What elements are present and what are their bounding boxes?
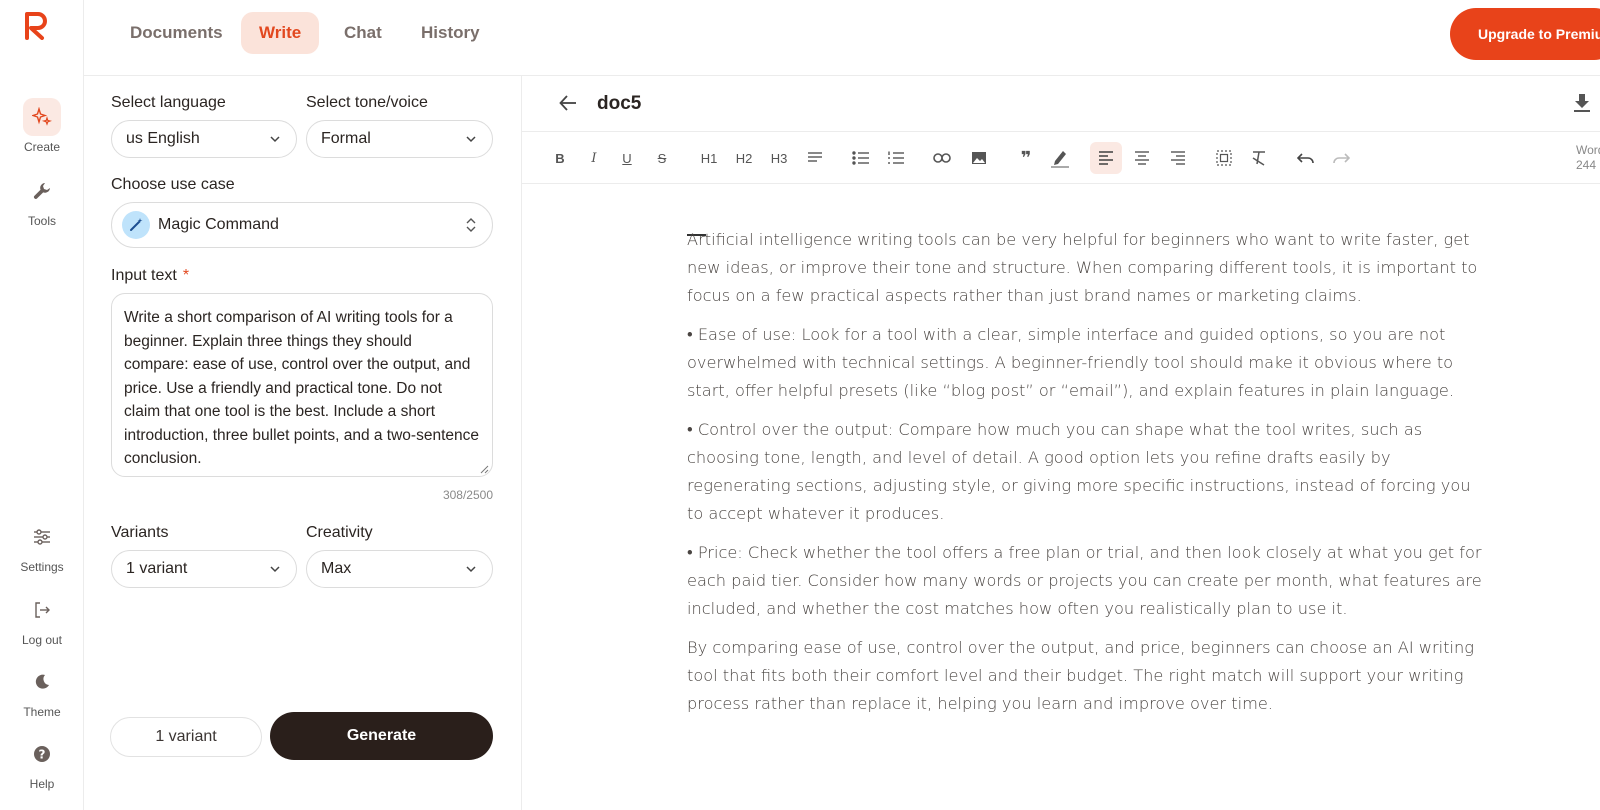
variants-value: 1 variant <box>126 560 188 577</box>
document-editor: doc5 B I U S H1 H2 H3 ❞ Wor 244 Artifici… <box>522 76 1600 810</box>
chevron-down-icon <box>270 566 280 573</box>
rail-logout-label: Log out <box>21 633 63 647</box>
link-icon[interactable] <box>931 146 953 170</box>
strikethrough-button[interactable]: S <box>651 146 673 170</box>
upgrade-button[interactable]: Upgrade to Premium <box>1450 8 1600 60</box>
rail-settings-label: Settings <box>20 560 64 574</box>
moon-icon <box>23 663 61 701</box>
rail-create-label: Create <box>23 140 61 154</box>
character-counter: 308/2500 <box>442 488 493 502</box>
generate-button[interactable]: Generate <box>270 712 493 760</box>
bullet-control: • Control over the output: Compare how m… <box>687 420 1471 523</box>
select-all-icon[interactable] <box>1213 146 1235 170</box>
heading3-button[interactable]: H3 <box>768 146 790 170</box>
svg-text:?: ? <box>39 748 46 762</box>
rail-logout[interactable]: Log out <box>0 591 84 647</box>
undo-icon[interactable] <box>1295 146 1317 170</box>
help-icon: ? <box>23 735 61 773</box>
rail-tools-label: Tools <box>27 214 56 228</box>
required-mark: * <box>182 267 190 284</box>
rail-tools[interactable]: Tools <box>0 172 84 228</box>
input-text-label-text: Input text <box>111 267 177 284</box>
variant-count-pill[interactable]: 1 variant <box>110 717 262 757</box>
intro-paragraph: Artificial intelligence writing tools ca… <box>687 230 1478 305</box>
creativity-label: Creativity <box>306 524 373 541</box>
usecase-label: Choose use case <box>111 176 235 193</box>
rail-theme-label: Theme <box>23 705 61 719</box>
tab-chat[interactable]: Chat <box>326 12 400 54</box>
input-textarea[interactable]: Write a short comparison of AI writing t… <box>111 293 493 477</box>
write-settings-panel: Select language Select tone/voice us Eng… <box>84 76 522 810</box>
rail-create[interactable]: Create <box>0 98 84 154</box>
conclusion-paragraph: By comparing ease of use, control over t… <box>687 638 1474 713</box>
quote-icon[interactable]: ❞ <box>1015 146 1037 170</box>
chevron-down-icon <box>270 136 280 143</box>
document-content[interactable]: Artificial intelligence writing tools ca… <box>687 226 1487 729</box>
chevron-down-icon <box>466 566 476 573</box>
italic-button[interactable]: I <box>583 146 605 170</box>
align-right-icon[interactable] <box>1167 146 1189 170</box>
variants-select[interactable]: 1 variant <box>111 550 297 588</box>
tone-value: Formal <box>321 130 371 147</box>
rail-settings[interactable]: Settings <box>0 518 84 574</box>
highlight-pen-icon[interactable] <box>1049 146 1071 170</box>
word-count: Words 244 <box>1576 143 1600 173</box>
top-nav: Documents Write Chat History Upgrade to … <box>84 0 1600 76</box>
rail-help-label: Help <box>29 777 55 791</box>
download-icon[interactable] <box>1572 92 1592 114</box>
clear-format-icon[interactable] <box>1248 146 1270 170</box>
redo-icon[interactable] <box>1330 146 1352 170</box>
word-count-label: Words <box>1576 143 1600 157</box>
tab-history[interactable]: History <box>403 12 498 54</box>
creativity-value: Max <box>321 560 352 577</box>
variants-label: Variants <box>111 524 169 541</box>
bullet-price: • Price: Check whether the tool offers a… <box>687 543 1482 618</box>
language-label: Select language <box>111 94 226 111</box>
bold-button[interactable]: B <box>549 146 571 170</box>
usecase-value: Magic Command <box>158 216 279 233</box>
bullet-list-icon[interactable] <box>850 146 872 170</box>
left-rail: Create Tools Settings Log out Theme ? He… <box>0 0 84 810</box>
resize-handle-icon[interactable] <box>480 465 489 474</box>
heading2-button[interactable]: H2 <box>733 146 755 170</box>
tab-documents[interactable]: Documents <box>112 12 241 54</box>
tab-write[interactable]: Write <box>241 12 320 54</box>
usecase-select[interactable]: Magic Command <box>111 202 493 248</box>
wrench-icon <box>23 172 61 210</box>
app-logo-icon[interactable] <box>22 10 50 40</box>
align-left-icon[interactable] <box>1090 142 1122 174</box>
heading1-button[interactable]: H1 <box>698 146 720 170</box>
rail-theme[interactable]: Theme <box>0 663 84 719</box>
bullet-ease-of-use: • Ease of use: Look for a tool with a cl… <box>687 325 1454 400</box>
document-header: doc5 <box>522 76 1600 132</box>
word-count-value: 244 <box>1576 158 1597 172</box>
input-text-label: Input text * <box>111 267 189 285</box>
logout-icon <box>23 591 61 629</box>
rail-help[interactable]: ? Help <box>0 735 84 791</box>
image-icon[interactable] <box>968 146 990 170</box>
magic-wand-icon <box>122 211 150 239</box>
sliders-icon <box>23 518 61 556</box>
align-center-icon[interactable] <box>1131 146 1153 170</box>
numbered-list-icon[interactable] <box>885 146 907 170</box>
document-title[interactable]: doc5 <box>597 93 641 115</box>
chevron-down-icon <box>466 136 476 143</box>
formatting-toolbar: B I U S H1 H2 H3 ❞ Wor 244 <box>522 132 1600 184</box>
underline-button[interactable]: U <box>616 146 638 170</box>
language-value: us English <box>126 130 200 147</box>
back-arrow-icon[interactable] <box>557 92 579 114</box>
creativity-select[interactable]: Max <box>306 550 493 588</box>
sparkles-icon <box>23 98 61 136</box>
language-select[interactable]: us English <box>111 120 297 158</box>
up-down-chevron-icon <box>466 218 476 232</box>
tone-label: Select tone/voice <box>306 94 428 111</box>
paragraph-icon[interactable] <box>804 146 826 170</box>
tone-select[interactable]: Formal <box>306 120 493 158</box>
